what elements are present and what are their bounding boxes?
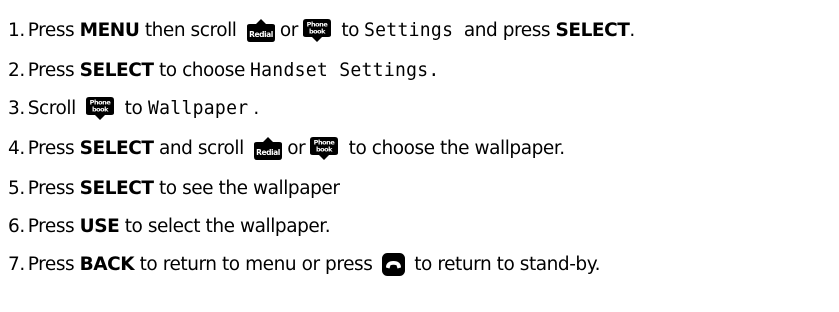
step-text: to see the wallpaper [153,177,340,199]
step-text: Scroll [27,97,82,119]
step-text: then scroll [139,19,242,41]
step-text: Press [27,177,80,199]
phonebook-key-icon: Phone book [300,18,334,43]
lcd-menu-text: Settings [364,19,454,41]
step-2: 2. Press SELECT to choose Handset Settin… [8,52,450,88]
use-key-label: USE [79,215,120,237]
select-key-label: SELECT [555,19,630,41]
step-text: Press [27,215,80,237]
step-text: . [253,97,259,119]
step-text: to [335,19,365,41]
step-text: Press [27,19,80,41]
lcd-menu-text: Handset Settings. [250,59,440,81]
step-5: 5. Press SELECT to see the wallpaper [8,170,340,206]
step-4: 4. Press SELECT and scroll Redial or Pho… [8,130,565,166]
back-key-label: BACK [79,253,135,275]
step-number: 1. [8,19,25,41]
menu-key-label: MENU [79,19,140,41]
step-6: 6. Press USE to select the wallpaper. [8,208,331,244]
phonebook-key-icon: Phone book [307,136,341,161]
step-text: to return to stand-by. [408,253,601,275]
step-text: Press [27,137,80,159]
step-3: 3. Scroll Phone book to Wallpaper . [8,90,259,126]
redial-key-text: Redial [249,30,273,39]
step-text: to select the wallpaper. [119,215,331,237]
end-call-icon [381,252,406,277]
step-text: . [629,19,635,41]
phonebook-key-text-bottom: book [92,105,109,113]
step-number: 4. [8,137,25,159]
step-text: to [119,97,148,119]
select-key-label: SELECT [79,137,154,159]
phonebook-key-icon: Phone book [83,96,117,121]
step-number: 5. [8,177,25,199]
step-text: or [279,19,298,41]
step-text: and scroll [153,137,250,159]
step-1: 1. Press MENU then scroll Redial or Phon… [8,12,635,48]
step-text: or [287,137,306,159]
step-number: 3. [8,97,25,119]
step-number: 2. [8,59,25,81]
step-7: 7. Press BACK to return to menu or press… [8,246,600,282]
step-text: to choose [153,59,251,81]
step-text: Press [27,59,80,81]
redial-key-text: Redial [256,148,280,157]
step-number: 6. [8,215,25,237]
phonebook-key-text-bottom: book [316,145,333,153]
step-number: 7. [8,253,25,275]
redial-key-icon: Redial [251,136,285,161]
redial-key-icon: Redial [244,18,278,43]
lcd-menu-text: Wallpaper [147,97,249,119]
step-text: Press [27,253,80,275]
phonebook-key-text-bottom: book [309,27,326,35]
step-text: to choose the wallpaper. [343,137,566,159]
step-text: and press [458,19,556,41]
select-key-label: SELECT [79,59,154,81]
step-text: to return to menu or press [134,253,378,275]
select-key-label: SELECT [79,177,154,199]
